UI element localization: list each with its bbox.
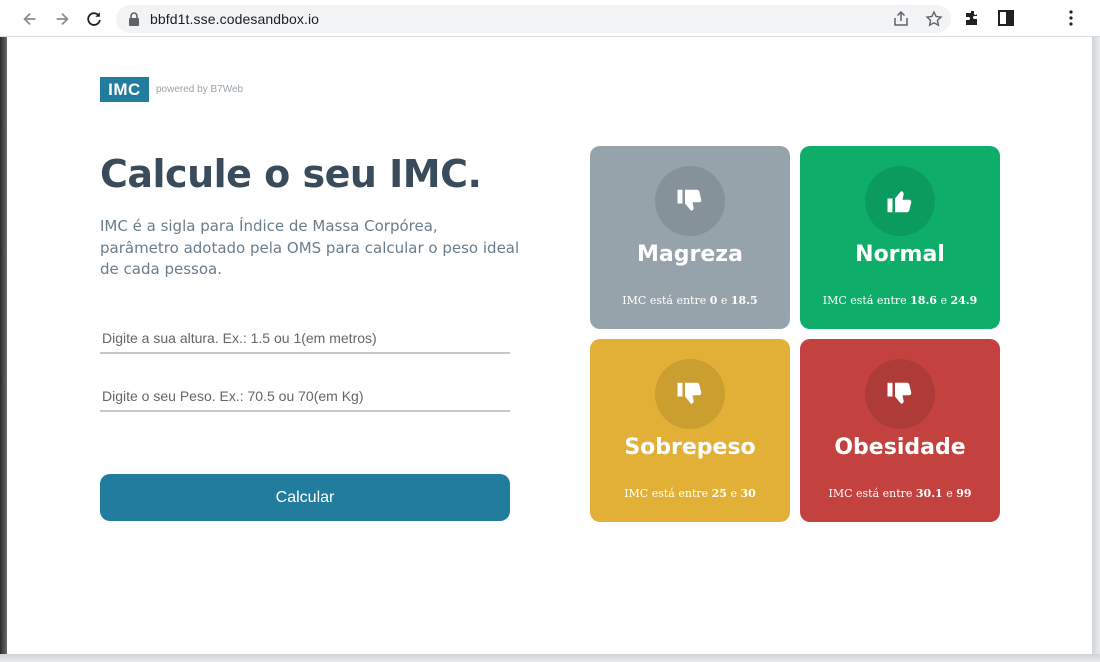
level-card-normal: Normal IMC está entre 18.6 e 24.9 xyxy=(800,146,1000,329)
reload-icon xyxy=(87,12,101,26)
level-title: Obesidade xyxy=(834,435,966,460)
url-text: bbfd1t.sse.codesandbox.io xyxy=(150,11,320,27)
page-title: Calcule o seu IMC. xyxy=(100,152,482,196)
level-range: IMC está entre 18.6 e 24.9 xyxy=(822,294,978,307)
calculate-button[interactable]: Calcular xyxy=(100,474,510,521)
arrow-left-icon xyxy=(23,12,36,26)
level-range: IMC está entre 0 e 18.5 xyxy=(622,294,758,307)
browser-toolbar: bbfd1t.sse.codesandbox.io xyxy=(0,0,1100,37)
level-title: Normal xyxy=(855,242,945,267)
thumbs-down-icon xyxy=(655,166,725,236)
share-icon[interactable] xyxy=(892,10,910,28)
side-panel-icon[interactable] xyxy=(997,9,1015,27)
reload-button[interactable] xyxy=(82,7,106,31)
height-input[interactable] xyxy=(100,324,510,354)
level-title: Sobrepeso xyxy=(624,435,756,460)
forward-button[interactable] xyxy=(50,7,74,31)
level-card-obesidade: Obesidade IMC está entre 30.1 e 99 xyxy=(800,339,1000,522)
address-bar[interactable]: bbfd1t.sse.codesandbox.io xyxy=(116,5,951,33)
level-card-sobrepeso: Sobrepeso IMC está entre 25 e 30 xyxy=(590,339,790,522)
extensions-icon[interactable] xyxy=(964,9,982,27)
level-range: IMC está entre 30.1 e 99 xyxy=(828,487,972,500)
page-description: IMC é a sigla para Índice de Massa Corpó… xyxy=(100,217,520,278)
level-range: IMC está entre 25 e 30 xyxy=(624,487,756,500)
window-edge xyxy=(1092,37,1100,662)
menu-kebab-icon[interactable] xyxy=(1062,9,1080,27)
lock-icon xyxy=(129,12,139,26)
window-edge xyxy=(0,37,7,654)
thumbs-up-icon xyxy=(865,166,935,236)
back-button[interactable] xyxy=(18,7,42,31)
arrow-right-icon xyxy=(56,12,69,26)
logo-mark: IMC xyxy=(100,77,149,102)
thumbs-down-icon xyxy=(865,359,935,429)
bookmark-star-icon[interactable] xyxy=(925,10,943,28)
thumbs-down-icon xyxy=(655,359,725,429)
window-edge xyxy=(0,654,1100,662)
logo-subtitle: powered by B7Web xyxy=(156,84,244,95)
level-title: Magreza xyxy=(637,242,743,267)
logo: IMC powered by B7Web xyxy=(100,77,243,102)
weight-input[interactable] xyxy=(100,382,510,412)
level-card-magreza: Magreza IMC está entre 0 e 18.5 xyxy=(590,146,790,329)
